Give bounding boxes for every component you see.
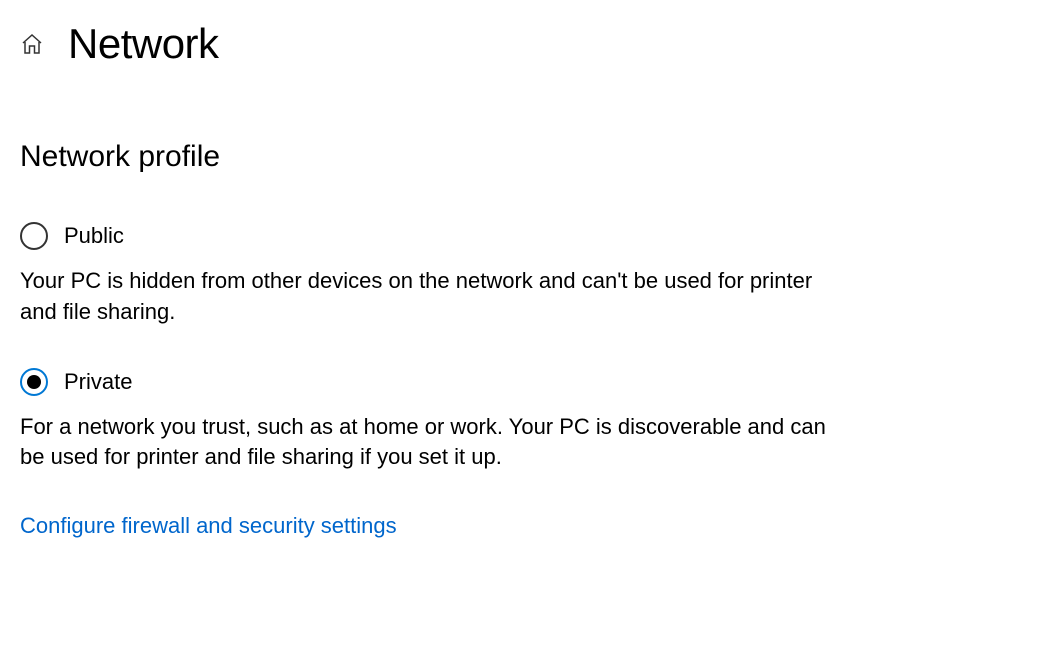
home-icon[interactable] [20,32,44,56]
radio-option-public: Public Your PC is hidden from other devi… [20,222,1028,328]
radio-public[interactable]: Public [20,222,1028,250]
radio-label: Private [64,369,132,395]
page-header: Network [20,20,1028,68]
radio-description: Your PC is hidden from other devices on … [20,266,840,328]
section-heading: Network profile [20,140,1028,174]
page-title: Network [68,20,219,68]
radio-label: Public [64,223,124,249]
radio-circle-selected-icon [20,368,48,396]
radio-description: For a network you trust, such as at home… [20,412,840,474]
radio-circle-icon [20,222,48,250]
configure-firewall-link[interactable]: Configure firewall and security settings [20,513,397,539]
radio-private[interactable]: Private [20,368,1028,396]
radio-option-private: Private For a network you trust, such as… [20,368,1028,474]
